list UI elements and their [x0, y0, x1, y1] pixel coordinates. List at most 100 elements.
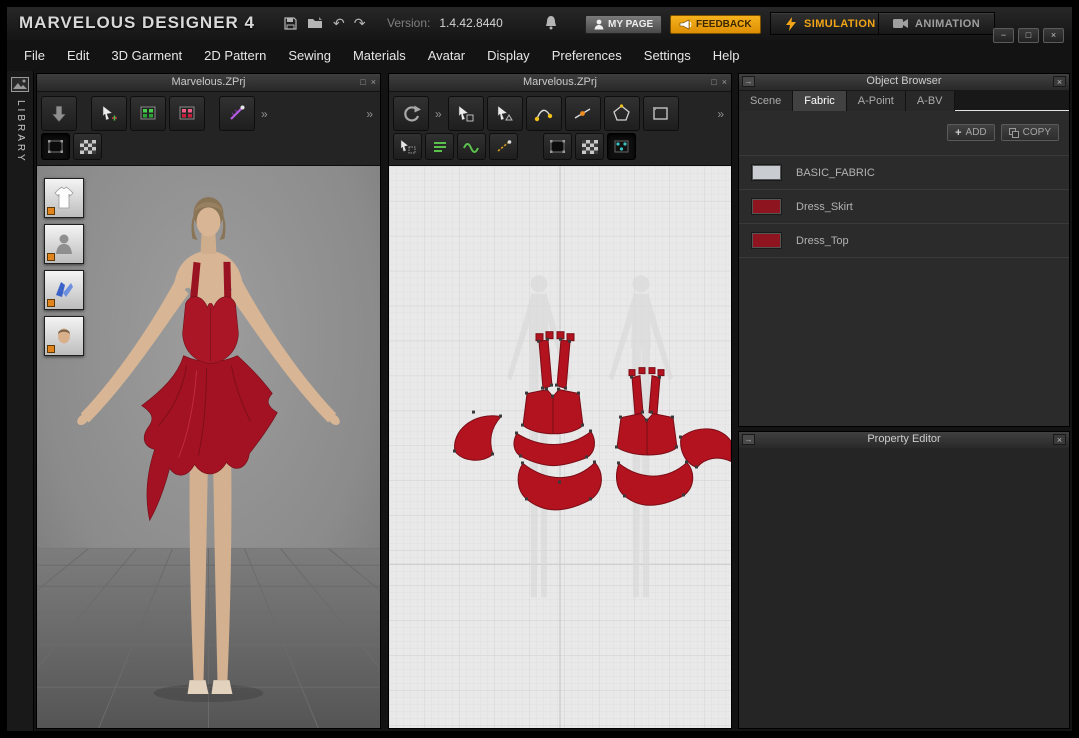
thumbnail-garment[interactable]: [44, 178, 84, 218]
menu-item-3d-garment[interactable]: 3D Garment: [111, 48, 182, 63]
toolbar-overflow-icon[interactable]: »: [432, 107, 445, 121]
toolbar-overflow-icon[interactable]: »: [363, 107, 376, 121]
panel-close-icon[interactable]: ×: [722, 74, 727, 90]
fabric-row[interactable]: BASIC_FABRIC: [739, 155, 1069, 189]
panel-popout-icon[interactable]: □: [711, 74, 716, 90]
panel-3d-header[interactable]: Marvelous.ZPrj □ ×: [37, 74, 380, 92]
object-browser-tabs: Scene Fabric A-Point A-BV: [739, 90, 1069, 111]
object-browser-body: + ADD COPY BASIC_FABRIC Dress: [739, 111, 1069, 426]
arrange-green-icon: [139, 104, 158, 123]
transform-cursor-icon: [456, 104, 475, 123]
object-browser-close-icon[interactable]: ×: [1053, 76, 1066, 87]
toolbar-overflow-icon[interactable]: »: [714, 107, 727, 121]
property-editor-panel: → Property Editor ×: [738, 431, 1070, 729]
show-texture-toggle[interactable]: [73, 133, 102, 160]
rectangle-icon: [651, 104, 670, 123]
object-browser-header[interactable]: → Object Browser ×: [739, 74, 1069, 90]
simulation-button[interactable]: SIMULATION: [770, 12, 891, 35]
my-page-button[interactable]: MY PAGE: [585, 15, 662, 34]
edit-pattern-tool-button[interactable]: [487, 96, 523, 131]
fabric-swatch: [752, 233, 781, 248]
fabric-swatch: [752, 165, 781, 180]
panel-expand-icon[interactable]: →: [742, 434, 755, 445]
rectangle-pattern-tool-button[interactable]: [643, 96, 679, 131]
add-point-tool-button[interactable]: [565, 96, 601, 131]
fabric-row[interactable]: Dress_Skirt: [739, 189, 1069, 223]
menu-item-settings[interactable]: Settings: [644, 48, 691, 63]
fabric-row[interactable]: Dress_Top: [739, 223, 1069, 258]
viewport-2d[interactable]: [389, 166, 731, 728]
reset-arrangement-selected-tool-button[interactable]: [169, 96, 205, 131]
panel-expand-icon[interactable]: →: [742, 76, 755, 87]
checker-icon: [80, 140, 96, 154]
menu-item-display[interactable]: Display: [487, 48, 530, 63]
seam-toggle[interactable]: [489, 133, 518, 160]
library-thumbnails: [44, 178, 84, 356]
reset-arrangement-all-tool-button[interactable]: [130, 96, 166, 131]
down-arrow-icon: [49, 104, 69, 124]
smooth-curve-toggle[interactable]: [457, 133, 486, 160]
stitch-icon: [496, 140, 512, 154]
feedback-button[interactable]: FEEDBACK: [670, 15, 761, 34]
tab-scene[interactable]: Scene: [739, 91, 793, 111]
menu-item-help[interactable]: Help: [713, 48, 740, 63]
edit-sewing-tool-button[interactable]: [219, 96, 255, 131]
lightning-icon: [785, 17, 797, 31]
polygon-pattern-tool-button[interactable]: [604, 96, 640, 131]
favorite-dot: [47, 253, 55, 261]
show-pattern-outline-toggle[interactable]: [543, 133, 572, 160]
app-window: MARVELOUS DESIGNER 4 ↶ ↷ Version:1.4.42.…: [7, 7, 1072, 731]
property-editor-title: Property Editor: [867, 433, 940, 445]
library-sidebar[interactable]: LIBRARY: [7, 71, 34, 731]
transform-pattern-tool-button[interactable]: [448, 96, 484, 131]
select-move-tool-button[interactable]: [91, 96, 127, 131]
undo-icon[interactable]: ↶: [333, 15, 345, 31]
tab-fabric[interactable]: Fabric: [793, 91, 847, 111]
redo-icon[interactable]: ↷: [354, 15, 366, 31]
thumbnail-avatar[interactable]: [44, 224, 84, 264]
thumbnail-head[interactable]: [44, 316, 84, 356]
toolbar-overflow-icon[interactable]: »: [258, 107, 271, 121]
panel-close-icon[interactable]: ×: [371, 74, 376, 90]
menu-item-2d-pattern[interactable]: 2D Pattern: [204, 48, 266, 63]
property-editor-close-icon[interactable]: ×: [1053, 434, 1066, 445]
tab-a-point[interactable]: A-Point: [847, 91, 906, 111]
object-browser-panel: → Object Browser × Scene Fabric A-Point …: [738, 73, 1070, 427]
curve-points-icon: [534, 104, 553, 123]
edit-curvature-tool-button[interactable]: [526, 96, 562, 131]
show-pattern-dark-toggle[interactable]: [41, 133, 70, 160]
menu-item-materials[interactable]: Materials: [353, 48, 406, 63]
add-point-icon: [573, 104, 592, 123]
menu-item-sewing[interactable]: Sewing: [288, 48, 331, 63]
menu-item-edit[interactable]: Edit: [67, 48, 89, 63]
property-editor-header[interactable]: → Property Editor ×: [739, 432, 1069, 448]
show-texture-points-toggle[interactable]: [607, 133, 636, 160]
notification-bell-icon[interactable]: [544, 15, 558, 35]
titlebar: MARVELOUS DESIGNER 4 ↶ ↷ Version:1.4.42.…: [7, 7, 1072, 40]
copy-button[interactable]: COPY: [1001, 124, 1059, 141]
menu-item-avatar[interactable]: Avatar: [428, 48, 465, 63]
save-icon[interactable]: [283, 16, 298, 31]
thumbnail-pattern[interactable]: [44, 270, 84, 310]
scene-2d: [389, 166, 731, 728]
animation-button[interactable]: ANIMATION: [878, 12, 995, 35]
panel-2d-title: Marvelous.ZPrj: [523, 76, 597, 88]
show-grid-toggle[interactable]: [575, 133, 604, 160]
toolbar-3d: » »: [37, 92, 380, 166]
menubar: File Edit 3D Garment 2D Pattern Sewing M…: [7, 40, 1072, 71]
sync-tool-button[interactable]: [393, 96, 429, 131]
panel-popout-icon[interactable]: □: [360, 74, 365, 90]
add-button[interactable]: + ADD: [947, 124, 995, 141]
library-image-icon: [11, 77, 29, 92]
teal-points-icon: [613, 139, 630, 154]
move-pattern-toggle[interactable]: [393, 133, 422, 160]
open-folder-icon[interactable]: [307, 16, 324, 30]
simulate-tool-button[interactable]: [41, 96, 77, 131]
menu-item-file[interactable]: File: [24, 48, 45, 63]
tab-a-bv[interactable]: A-BV: [906, 91, 955, 111]
viewport-3d[interactable]: [37, 166, 380, 728]
menu-item-preferences[interactable]: Preferences: [552, 48, 622, 63]
flatten-toggle[interactable]: [425, 133, 454, 160]
favorite-dot: [47, 207, 55, 215]
panel-2d-header[interactable]: Marvelous.ZPrj □ ×: [389, 74, 731, 92]
